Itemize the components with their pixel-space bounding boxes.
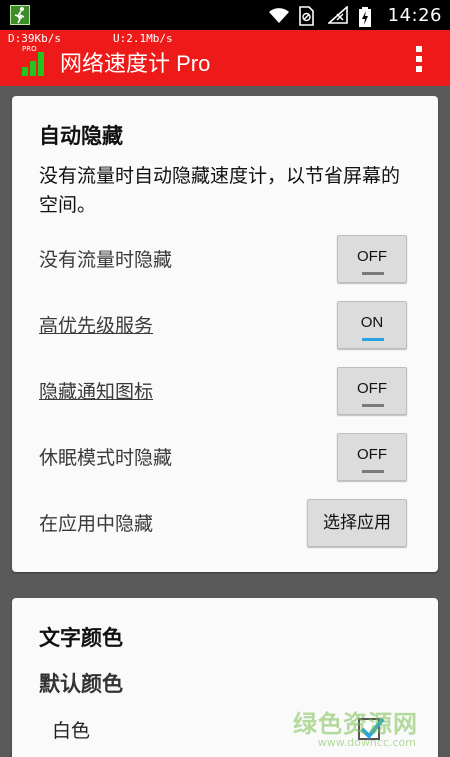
app-bar: D:39Kb/s U:2.1Mb/s PRO 网络速度计 Pro (0, 30, 450, 86)
hide-notification-icon-label[interactable]: 隐藏通知图标 (39, 377, 153, 404)
watermark-text: 绿色资源网 (293, 710, 418, 738)
text-color-title: 文字颜色 (39, 626, 123, 650)
battery-charging-icon (358, 6, 378, 27)
default-color-title: 默认颜色 (39, 672, 123, 696)
auto-hide-description: 没有流量时自动隐藏速度计，以节省屏幕的空间。 (39, 165, 401, 216)
hide-no-traffic-label: 没有流量时隐藏 (39, 249, 173, 271)
select-app-button[interactable]: 选择应用 (307, 499, 407, 547)
clock: 14:26 (387, 4, 442, 26)
auto-hide-title: 自动隐藏 (39, 124, 123, 148)
text-color-card: 文字颜色 默认颜色 白色 绿色资源网 www.downcc.com (12, 598, 438, 757)
app-title: 网络速度计 Pro (60, 51, 211, 76)
wifi-icon (268, 6, 289, 24)
hide-no-traffic-toggle[interactable]: OFF (337, 235, 407, 283)
upload-speed: U:2.1Mb/s (113, 32, 173, 45)
signal-empty-icon (326, 5, 348, 24)
hide-sleep-mode-label: 休眠模式时隐藏 (39, 447, 173, 469)
high-priority-service-label[interactable]: 高优先级服务 (39, 311, 153, 338)
auto-hide-card: 自动隐藏 没有流量时自动隐藏速度计，以节省屏幕的空间。 没有流量时隐藏 OFF … (12, 96, 438, 572)
high-priority-service-toggle[interactable]: ON (337, 301, 407, 349)
signal-bars-icon (22, 52, 50, 76)
overflow-menu-icon[interactable] (416, 46, 422, 72)
settings-content[interactable]: 自动隐藏 没有流量时自动隐藏速度计，以节省屏幕的空间。 没有流量时隐藏 OFF … (0, 86, 450, 757)
hide-sleep-mode-toggle[interactable]: OFF (337, 433, 407, 481)
watermark-url: www.downcc.com (317, 736, 416, 749)
download-speed: D:39Kb/s (8, 32, 61, 45)
white-color-label: 白色 (52, 720, 91, 742)
status-bar: 14:26 (0, 0, 450, 30)
running-man-icon (10, 5, 30, 25)
hide-in-apps-label: 在应用中隐藏 (39, 513, 154, 535)
no-sim-icon (298, 6, 318, 26)
hide-notification-icon-toggle[interactable]: OFF (337, 367, 407, 415)
